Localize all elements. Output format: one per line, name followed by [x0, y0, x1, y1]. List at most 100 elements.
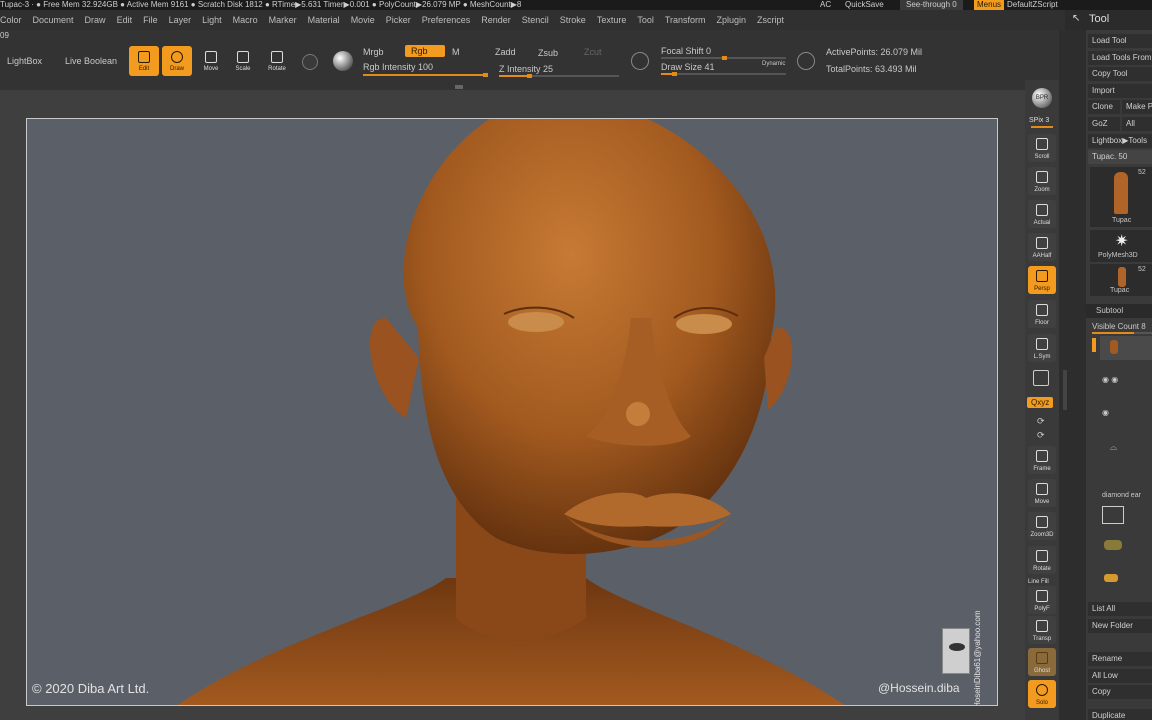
- rotate-button[interactable]: Rotate: [262, 46, 292, 76]
- persp-button[interactable]: Persp: [1028, 266, 1056, 294]
- focal-shift-slider[interactable]: [661, 56, 786, 60]
- eye-icon-2[interactable]: ◉: [1102, 408, 1109, 417]
- zsub-button[interactable]: Zsub: [538, 48, 558, 58]
- transp-button[interactable]: Transp: [1028, 616, 1056, 644]
- canvas-scroll-handle[interactable]: [455, 85, 463, 89]
- menu-movie[interactable]: Movie: [351, 15, 375, 25]
- qxyz-button[interactable]: Qxyz: [1027, 397, 1054, 408]
- ghost-button[interactable]: Ghost: [1028, 648, 1056, 676]
- duplicate-button[interactable]: Duplicate: [1088, 709, 1152, 720]
- menu-picker[interactable]: Picker: [386, 15, 411, 25]
- menu-file[interactable]: File: [143, 15, 158, 25]
- tool-thumbnail-polymesh[interactable]: ✷ PolyMesh3D: [1090, 230, 1152, 262]
- dynamic-toggle[interactable]: Dynamic: [762, 61, 785, 67]
- bpr-button[interactable]: BPR: [1032, 88, 1052, 108]
- rgb-intensity-slider[interactable]: [363, 73, 488, 77]
- lightbox-tools-button[interactable]: Lightbox▶Tools: [1088, 134, 1152, 148]
- tray-handle[interactable]: [1063, 370, 1067, 410]
- edit-button[interactable]: Edit: [129, 46, 159, 76]
- lock-icon[interactable]: [1033, 370, 1049, 386]
- tool-panel-title[interactable]: Tool: [1089, 13, 1109, 25]
- material-swatch-icon[interactable]: [333, 51, 353, 71]
- symmetry-icon[interactable]: [797, 52, 815, 70]
- menu-stroke[interactable]: Stroke: [560, 15, 586, 25]
- actual-button[interactable]: Actual: [1028, 200, 1056, 228]
- menu-light[interactable]: Light: [202, 15, 222, 25]
- spix-slider[interactable]: SPix 3: [1029, 117, 1049, 124]
- scroll-button[interactable]: Scroll: [1028, 134, 1056, 162]
- subtool-item-diamond[interactable]: diamond ear: [1102, 492, 1141, 499]
- frame-button[interactable]: Frame: [1028, 446, 1056, 474]
- move-button[interactable]: Move: [196, 46, 226, 76]
- zcut-button[interactable]: Zcut: [584, 47, 602, 57]
- polyf-button[interactable]: PolyF: [1028, 586, 1056, 614]
- rotate-local-icon[interactable]: ⟳: [1037, 416, 1045, 427]
- move-view-button[interactable]: Move: [1028, 479, 1056, 507]
- zoom3d-button[interactable]: Zoom3D: [1028, 512, 1056, 540]
- tool-thumbnail-tupac[interactable]: 52 Tupac: [1090, 167, 1152, 227]
- lightbox-button[interactable]: LightBox: [7, 56, 42, 66]
- folder-icon[interactable]: [1102, 506, 1124, 524]
- material-sphere-icon[interactable]: [302, 54, 318, 70]
- list-all-button[interactable]: List All: [1088, 602, 1152, 616]
- menu-draw[interactable]: Draw: [85, 15, 106, 25]
- subtool-ring-thumb[interactable]: [1104, 540, 1122, 550]
- menu-zscript[interactable]: Zscript: [757, 15, 784, 25]
- menu-macro[interactable]: Macro: [233, 15, 258, 25]
- lsym-button[interactable]: L.Sym: [1028, 334, 1056, 362]
- quicksave-button[interactable]: QuickSave: [845, 0, 884, 10]
- tool-thumbnail-tupac-2[interactable]: 52 Tupac: [1090, 264, 1152, 296]
- visible-count-slider[interactable]: Visible Count 8: [1092, 322, 1146, 331]
- copy-subtool-button[interactable]: Copy: [1088, 685, 1152, 699]
- clone-button[interactable]: Clone: [1088, 100, 1120, 114]
- import-button[interactable]: Import: [1088, 84, 1152, 98]
- scale-button[interactable]: Scale: [228, 46, 258, 76]
- live-boolean-button[interactable]: Live Boolean: [65, 56, 117, 66]
- eye-icon[interactable]: ◉ ◉: [1102, 375, 1118, 384]
- load-tool-button[interactable]: Load Tool: [1088, 34, 1152, 48]
- zoom-button[interactable]: Zoom: [1028, 167, 1056, 195]
- menu-document[interactable]: Document: [33, 15, 74, 25]
- rotate-y-icon[interactable]: ⟳: [1037, 430, 1045, 441]
- z-intensity-slider[interactable]: [499, 74, 619, 78]
- menu-preferences[interactable]: Preferences: [422, 15, 471, 25]
- rotate-view-button[interactable]: Rotate: [1028, 546, 1056, 574]
- zadd-button[interactable]: Zadd: [495, 47, 516, 57]
- menu-color[interactable]: Color: [0, 15, 22, 25]
- lazy-mouse-icon[interactable]: [631, 52, 649, 70]
- menu-stencil[interactable]: Stencil: [522, 15, 549, 25]
- goz-button[interactable]: GoZ: [1088, 117, 1120, 131]
- draw-size-slider[interactable]: [661, 72, 786, 76]
- menu-render[interactable]: Render: [481, 15, 511, 25]
- move-icon: [205, 51, 217, 63]
- menu-edit[interactable]: Edit: [117, 15, 133, 25]
- see-through-slider[interactable]: See-through 0: [900, 0, 963, 10]
- floor-button[interactable]: Floor: [1028, 300, 1056, 328]
- menu-material[interactable]: Material: [308, 15, 340, 25]
- subtool-item-body[interactable]: [1100, 336, 1152, 360]
- m-button[interactable]: M: [452, 47, 460, 57]
- menu-tool[interactable]: Tool: [637, 15, 654, 25]
- menu-transform[interactable]: Transform: [665, 15, 706, 25]
- menu-texture[interactable]: Texture: [597, 15, 627, 25]
- menu-layer[interactable]: Layer: [169, 15, 192, 25]
- draw-button[interactable]: Draw: [162, 46, 192, 76]
- make-polymesh-button[interactable]: Make P: [1122, 100, 1152, 114]
- subtool-ring-thumb-2[interactable]: [1104, 574, 1118, 582]
- copy-tool-button[interactable]: Copy Tool: [1088, 67, 1152, 81]
- new-folder-button[interactable]: New Folder: [1088, 619, 1152, 633]
- aahalf-button[interactable]: AAHalf: [1028, 233, 1056, 261]
- menu-zplugin[interactable]: Zplugin: [717, 15, 747, 25]
- rename-button[interactable]: Rename: [1088, 652, 1152, 666]
- all-low-button[interactable]: All Low: [1088, 669, 1152, 683]
- solo-button[interactable]: Solo: [1028, 680, 1056, 708]
- tool-name-slider[interactable]: Tupac. 50: [1088, 150, 1152, 164]
- menu-marker[interactable]: Marker: [269, 15, 297, 25]
- goz-all-button[interactable]: All: [1122, 117, 1152, 131]
- ac-button[interactable]: AC: [820, 0, 831, 10]
- menus-toggle[interactable]: Menus: [974, 0, 1005, 10]
- rgb-button[interactable]: Rgb: [405, 45, 445, 57]
- load-tools-from-button[interactable]: Load Tools From: [1088, 51, 1152, 65]
- subtool-header[interactable]: Subtool: [1086, 304, 1152, 318]
- mrgb-button[interactable]: Mrgb: [363, 47, 384, 57]
